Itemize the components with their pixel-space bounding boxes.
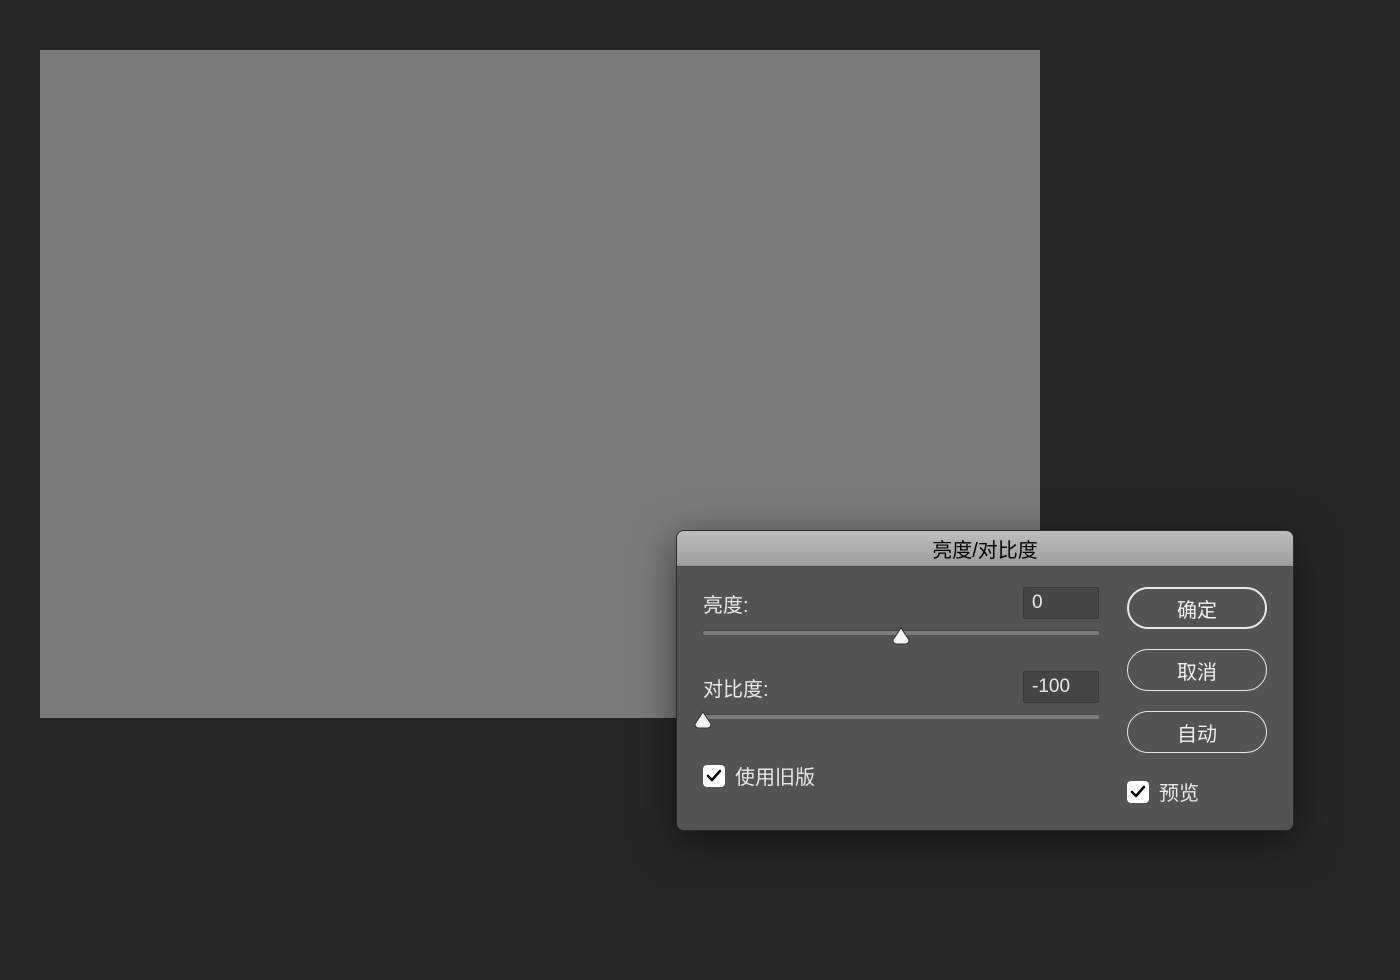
contrast-label: 对比度: [703,673,769,702]
brightness-contrast-dialog: 亮度/对比度 亮度: 对比度: [676,530,1294,831]
cancel-button[interactable]: 取消 [1127,649,1267,691]
cancel-button-label: 取消 [1177,656,1217,685]
contrast-input[interactable] [1023,671,1099,703]
brightness-group: 亮度: [703,587,1099,647]
preview-checkbox[interactable] [1127,781,1149,803]
dialog-titlebar[interactable]: 亮度/对比度 [677,531,1293,567]
brightness-label: 亮度: [703,589,749,618]
dialog-title: 亮度/对比度 [932,534,1038,563]
dialog-body: 亮度: 对比度: [677,567,1293,830]
brightness-thumb[interactable] [891,627,911,645]
legacy-checkbox-row[interactable]: 使用旧版 [703,761,1099,790]
auto-button[interactable]: 自动 [1127,711,1267,753]
controls-column: 亮度: 对比度: [703,587,1099,806]
contrast-track [703,714,1099,719]
contrast-slider[interactable] [703,711,1099,731]
auto-button-label: 自动 [1177,718,1217,747]
check-icon [706,768,722,784]
preview-label: 预览 [1159,777,1199,806]
ok-button-label: 确定 [1177,594,1217,623]
brightness-input[interactable] [1023,587,1099,619]
contrast-group: 对比度: [703,671,1099,731]
buttons-column: 确定 取消 自动 预览 [1127,587,1267,806]
brightness-slider[interactable] [703,627,1099,647]
ok-button[interactable]: 确定 [1127,587,1267,629]
legacy-checkbox[interactable] [703,765,725,787]
check-icon [1130,784,1146,800]
preview-checkbox-row[interactable]: 预览 [1127,777,1267,806]
legacy-label: 使用旧版 [735,761,815,790]
contrast-thumb[interactable] [693,711,713,729]
